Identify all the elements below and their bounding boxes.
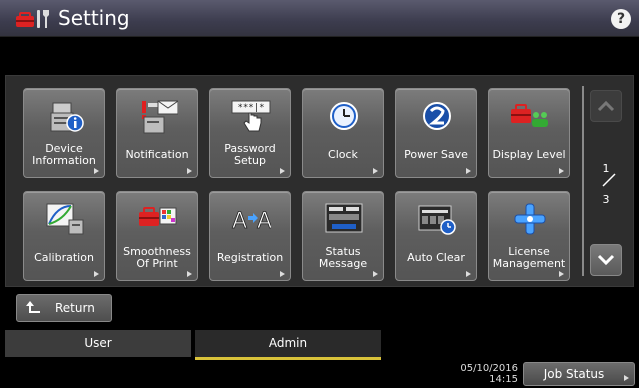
chevron-up-icon (597, 100, 615, 112)
tile-label: Power Save (404, 148, 468, 161)
settings-panel: Device Information Notification ***|* Pa… (5, 75, 634, 287)
tile-label: Notification (125, 148, 189, 161)
tile-label: Registration (216, 251, 284, 264)
power-save-icon (423, 102, 451, 130)
job-status-button[interactable]: Job Status (523, 362, 635, 386)
page-up-button[interactable] (590, 90, 622, 122)
tile-arrow-icon (187, 168, 192, 174)
tile-arrow-icon (280, 168, 285, 174)
tile-label: Clock (328, 148, 358, 161)
tile-arrow-icon (94, 168, 99, 174)
page-title: Setting (58, 6, 130, 30)
return-arrow-icon (26, 301, 40, 313)
tile-auto-clear[interactable]: Auto Clear (395, 191, 477, 281)
device-information-icon (50, 102, 84, 132)
page-total: 3 (602, 193, 610, 206)
notification-icon (142, 100, 178, 134)
tile-arrow-icon (466, 271, 471, 277)
tile-status-message[interactable]: Status Message (302, 191, 384, 281)
chevron-down-icon (597, 254, 615, 266)
job-status-label: Job Status (543, 367, 605, 381)
tile-arrow-icon (559, 271, 564, 277)
tile-license-management[interactable]: License Management (488, 191, 570, 281)
return-label: Return (55, 301, 95, 315)
tile-display-level[interactable]: Display Level (488, 88, 570, 178)
tile-arrow-icon (187, 271, 192, 277)
tile-label: Smoothness Of Print (123, 245, 191, 270)
tile-label: Device Information (32, 142, 96, 167)
tile-calibration[interactable]: Calibration (23, 191, 105, 281)
registration-icon: A A (232, 209, 271, 235)
date-text: 05/10/2016 (460, 363, 518, 374)
display-level-icon (511, 104, 548, 127)
tile-arrow-icon (280, 271, 285, 277)
tile-label: Password Setup (224, 142, 276, 167)
password-setup-icon: ***|* (231, 100, 271, 132)
tile-arrow-icon (94, 271, 99, 277)
svg-text:A: A (257, 209, 271, 234)
help-button[interactable]: ? (611, 9, 631, 29)
license-management-icon (514, 203, 546, 235)
tile-arrow-icon (466, 168, 471, 174)
job-status-arrow-icon (624, 375, 629, 381)
tile-label: Display Level (492, 148, 566, 161)
tile-label: Calibration (34, 251, 94, 264)
tile-label: Auto Clear (407, 251, 465, 264)
status-message-icon (325, 203, 363, 233)
calibration-icon (46, 203, 84, 235)
tile-smoothness-of-print[interactable]: Smoothness Of Print (116, 191, 198, 281)
clock-icon (330, 102, 358, 130)
return-button[interactable]: Return (16, 294, 112, 322)
svg-text:A: A (232, 209, 247, 234)
tile-arrow-icon (373, 168, 378, 174)
smoothness-icon (139, 207, 177, 226)
divider (582, 86, 584, 276)
title-bar: Setting ? (0, 0, 639, 37)
page-down-button[interactable] (590, 244, 622, 276)
tab-admin[interactable]: Admin (195, 330, 381, 360)
time-text: 14:15 (489, 374, 518, 385)
setting-tools-icon (16, 10, 49, 28)
tile-arrow-icon (559, 168, 564, 174)
tab-user[interactable]: User (5, 330, 191, 357)
tile-clock[interactable]: Clock (302, 88, 384, 178)
date-time: 05/10/2016 14:15 (440, 363, 518, 385)
tile-notification[interactable]: Notification (116, 88, 198, 178)
tile-device-information[interactable]: Device Information (23, 88, 105, 178)
svg-text:***|*: ***|* (237, 103, 264, 113)
auto-clear-icon (418, 205, 456, 235)
tile-label: License Management (492, 245, 566, 270)
tile-label: Status Message (318, 245, 368, 270)
tile-arrow-icon (373, 271, 378, 277)
mode-tabs: User Admin (0, 330, 639, 360)
tile-registration[interactable]: A A Registration (209, 191, 291, 281)
status-bar: 05/10/2016 14:15 Job Status (0, 360, 639, 388)
tile-password-setup[interactable]: ***|* Password Setup (209, 88, 291, 178)
page-separator (602, 173, 616, 187)
tile-power-save[interactable]: Power Save (395, 88, 477, 178)
